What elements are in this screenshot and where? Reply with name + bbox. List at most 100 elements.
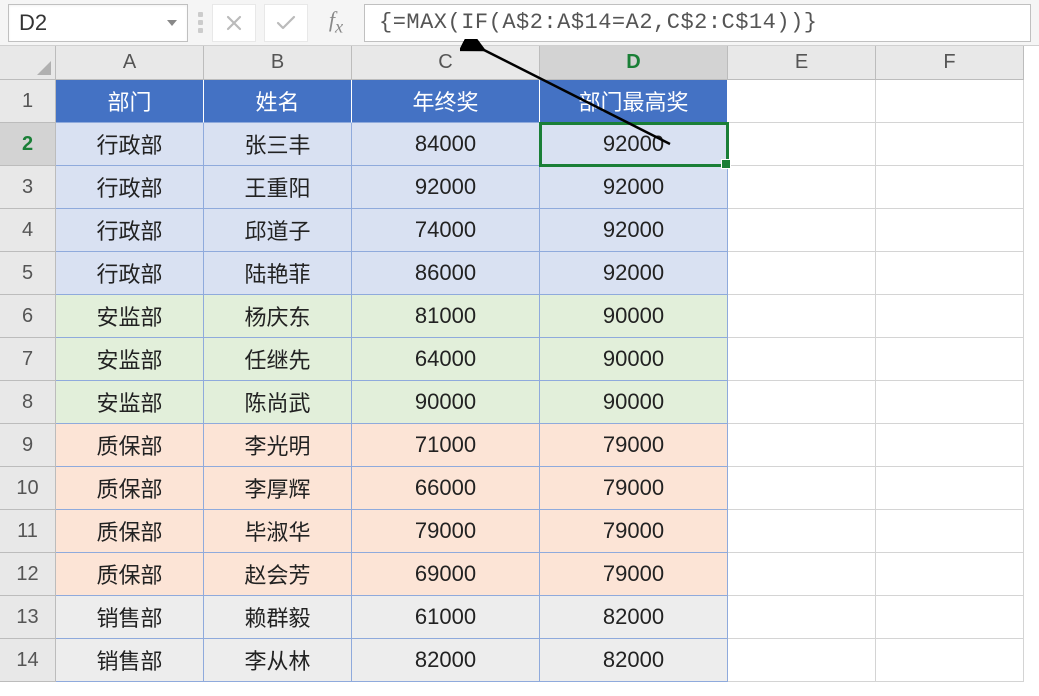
- cell-B6[interactable]: 杨庆东: [204, 295, 352, 338]
- cell-B11[interactable]: 毕淑华: [204, 510, 352, 553]
- cell-C5[interactable]: 86000: [352, 252, 540, 295]
- name-box[interactable]: D2: [8, 4, 188, 42]
- row-header-12[interactable]: 12: [0, 553, 56, 596]
- cell-B7[interactable]: 任继先: [204, 338, 352, 381]
- cell-D6[interactable]: 90000: [540, 295, 728, 338]
- row-header-7[interactable]: 7: [0, 338, 56, 381]
- cell-C8[interactable]: 90000: [352, 381, 540, 424]
- col-header-B[interactable]: B: [204, 46, 352, 80]
- spreadsheet-grid[interactable]: ABCDEF1部门姓名年终奖部门最高奖2行政部张三丰84000920003行政部…: [0, 46, 1039, 682]
- cell-A11[interactable]: 质保部: [56, 510, 204, 553]
- cell-C10[interactable]: 66000: [352, 467, 540, 510]
- row-header-14[interactable]: 14: [0, 639, 56, 682]
- cell-B2[interactable]: 张三丰: [204, 123, 352, 166]
- cell-E13[interactable]: [728, 596, 876, 639]
- cell-E12[interactable]: [728, 553, 876, 596]
- formula-input[interactable]: {=MAX(IF(A$2:A$14=A2,C$2:C$14))}: [364, 4, 1031, 42]
- cell-E2[interactable]: [728, 123, 876, 166]
- cell-F12[interactable]: [876, 553, 1024, 596]
- cell-C9[interactable]: 71000: [352, 424, 540, 467]
- cell-F6[interactable]: [876, 295, 1024, 338]
- cell-F14[interactable]: [876, 639, 1024, 682]
- cell-B9[interactable]: 李光明: [204, 424, 352, 467]
- cell-E1[interactable]: [728, 80, 876, 123]
- cell-A3[interactable]: 行政部: [56, 166, 204, 209]
- cell-D2[interactable]: 92000: [540, 123, 728, 166]
- cell-F7[interactable]: [876, 338, 1024, 381]
- row-header-3[interactable]: 3: [0, 166, 56, 209]
- cell-A4[interactable]: 行政部: [56, 209, 204, 252]
- row-header-2[interactable]: 2: [0, 123, 56, 166]
- cell-F9[interactable]: [876, 424, 1024, 467]
- cell-B13[interactable]: 赖群毅: [204, 596, 352, 639]
- cell-C11[interactable]: 79000: [352, 510, 540, 553]
- row-header-10[interactable]: 10: [0, 467, 56, 510]
- cell-D9[interactable]: 79000: [540, 424, 728, 467]
- cell-F4[interactable]: [876, 209, 1024, 252]
- cell-D12[interactable]: 79000: [540, 553, 728, 596]
- cell-B4[interactable]: 邱道子: [204, 209, 352, 252]
- cell-A12[interactable]: 质保部: [56, 553, 204, 596]
- col-header-A[interactable]: A: [56, 46, 204, 80]
- cell-D4[interactable]: 92000: [540, 209, 728, 252]
- cell-A13[interactable]: 销售部: [56, 596, 204, 639]
- row-header-8[interactable]: 8: [0, 381, 56, 424]
- cell-F3[interactable]: [876, 166, 1024, 209]
- col-header-E[interactable]: E: [728, 46, 876, 80]
- cell-E11[interactable]: [728, 510, 876, 553]
- cell-A7[interactable]: 安监部: [56, 338, 204, 381]
- cell-B12[interactable]: 赵会芳: [204, 553, 352, 596]
- cell-D14[interactable]: 82000: [540, 639, 728, 682]
- row-header-4[interactable]: 4: [0, 209, 56, 252]
- cell-F8[interactable]: [876, 381, 1024, 424]
- cell-C14[interactable]: 82000: [352, 639, 540, 682]
- cancel-button[interactable]: [212, 4, 256, 42]
- row-header-6[interactable]: 6: [0, 295, 56, 338]
- header-cell-C[interactable]: 年终奖: [352, 80, 540, 123]
- header-cell-D[interactable]: 部门最高奖: [540, 80, 728, 123]
- cell-C3[interactable]: 92000: [352, 166, 540, 209]
- cell-E6[interactable]: [728, 295, 876, 338]
- cell-B8[interactable]: 陈尚武: [204, 381, 352, 424]
- cell-C7[interactable]: 64000: [352, 338, 540, 381]
- cell-F1[interactable]: [876, 80, 1024, 123]
- cell-A9[interactable]: 质保部: [56, 424, 204, 467]
- cell-E4[interactable]: [728, 209, 876, 252]
- select-all-corner[interactable]: [0, 46, 56, 80]
- cell-D11[interactable]: 79000: [540, 510, 728, 553]
- col-header-C[interactable]: C: [352, 46, 540, 80]
- cell-F11[interactable]: [876, 510, 1024, 553]
- cell-F5[interactable]: [876, 252, 1024, 295]
- header-cell-A[interactable]: 部门: [56, 80, 204, 123]
- cell-A5[interactable]: 行政部: [56, 252, 204, 295]
- cell-B10[interactable]: 李厚辉: [204, 467, 352, 510]
- cell-E8[interactable]: [728, 381, 876, 424]
- cell-E5[interactable]: [728, 252, 876, 295]
- cell-D8[interactable]: 90000: [540, 381, 728, 424]
- cell-D13[interactable]: 82000: [540, 596, 728, 639]
- row-header-9[interactable]: 9: [0, 424, 56, 467]
- cell-E7[interactable]: [728, 338, 876, 381]
- cell-C6[interactable]: 81000: [352, 295, 540, 338]
- cell-B5[interactable]: 陆艳菲: [204, 252, 352, 295]
- cell-A10[interactable]: 质保部: [56, 467, 204, 510]
- row-header-11[interactable]: 11: [0, 510, 56, 553]
- cell-F13[interactable]: [876, 596, 1024, 639]
- cell-E9[interactable]: [728, 424, 876, 467]
- col-header-D[interactable]: D: [540, 46, 728, 80]
- cell-E10[interactable]: [728, 467, 876, 510]
- dropdown-icon[interactable]: [167, 20, 177, 26]
- cell-A6[interactable]: 安监部: [56, 295, 204, 338]
- cell-C2[interactable]: 84000: [352, 123, 540, 166]
- cell-D3[interactable]: 92000: [540, 166, 728, 209]
- row-header-5[interactable]: 5: [0, 252, 56, 295]
- cell-A14[interactable]: 销售部: [56, 639, 204, 682]
- cell-D7[interactable]: 90000: [540, 338, 728, 381]
- row-header-1[interactable]: 1: [0, 80, 56, 123]
- cell-C4[interactable]: 74000: [352, 209, 540, 252]
- cell-C12[interactable]: 69000: [352, 553, 540, 596]
- confirm-button[interactable]: [264, 4, 308, 42]
- cell-A2[interactable]: 行政部: [56, 123, 204, 166]
- col-header-F[interactable]: F: [876, 46, 1024, 80]
- cell-A8[interactable]: 安监部: [56, 381, 204, 424]
